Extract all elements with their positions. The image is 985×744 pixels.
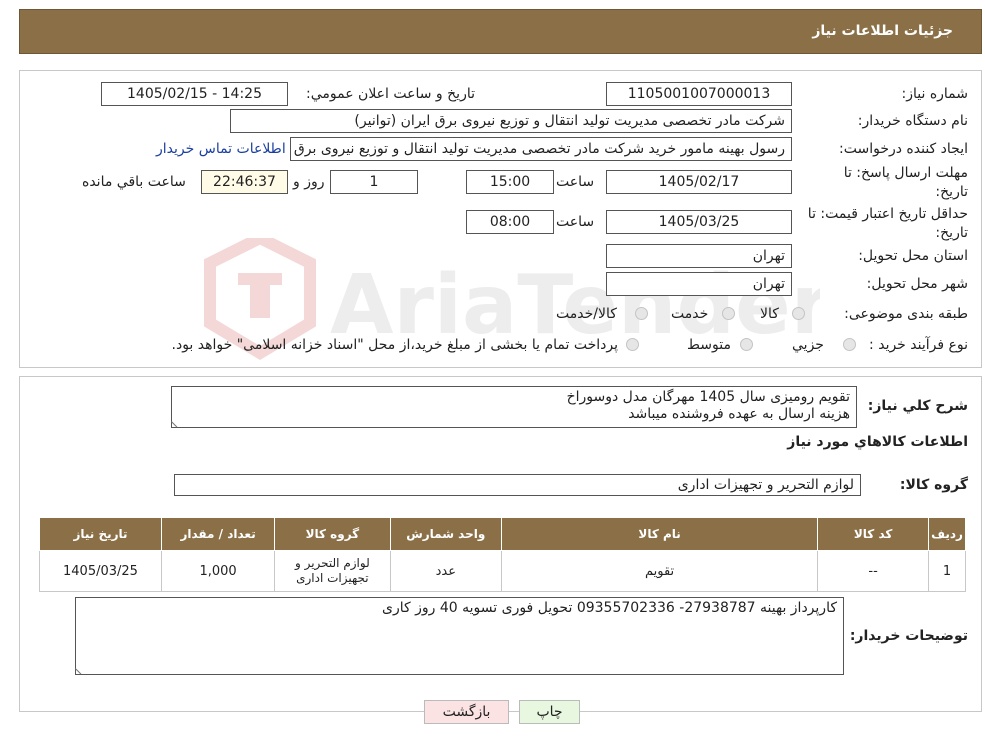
creator-label: ايجاد کننده درخواست: — [839, 141, 968, 157]
table-header-row: رديف کد کالا نام کالا واحد شمارش گروه کا… — [39, 517, 966, 551]
cell-item-code: -- — [817, 550, 930, 592]
category-radio-both[interactable] — [635, 307, 648, 320]
print-button[interactable]: چاپ — [519, 700, 580, 724]
items-table: رديف کد کالا نام کالا واحد شمارش گروه کا… — [39, 517, 966, 592]
cell-need-date: 1405/03/25 — [39, 550, 162, 592]
buyer-org-label: نام دستگاه خريدار: — [857, 113, 968, 129]
category-label: طبقه بندی موضوعی: — [844, 306, 968, 322]
remaining-label: ساعت باقي مانده — [82, 174, 186, 190]
deadline-date-field: 1405/02/17 — [606, 170, 792, 194]
category-radio-goods[interactable] — [792, 307, 805, 320]
city-label: شهر محل تحويل: — [866, 276, 968, 292]
description-textarea[interactable]: تقویم رومیزی سال 1405 مهرگان مدل دوسوراخ… — [171, 386, 857, 428]
deadline-time-field: 15:00 — [466, 170, 554, 194]
need-number-label: شماره نیاز: — [901, 86, 969, 102]
province-field: تهران — [606, 244, 792, 268]
creator-field: رسول بهینه مامور خرید شرکت مادر تخصصی مد… — [290, 137, 792, 161]
col-unit: واحد شمارش — [389, 517, 503, 551]
col-item-name: نام کالا — [501, 517, 819, 551]
back-button[interactable]: بازگشت — [424, 700, 509, 724]
announce-field: 1405/02/15 - 14:25 — [101, 82, 288, 106]
category-option-goods: کالا — [760, 306, 779, 322]
table-row: 1 -- تقويم عدد لوازم التحرير و تجهيزات ا… — [39, 550, 966, 592]
validity-date-field: 1405/03/25 — [606, 210, 792, 234]
description-label: شرح كلي نياز: — [867, 398, 968, 414]
deadline-label: مهلت ارسال پاسخ: تا — [843, 165, 968, 181]
cell-item-name: تقويم — [501, 550, 819, 592]
cell-quantity: 1,000 — [160, 550, 276, 592]
buyer-notes-text: کارپرداز بهینه 27938787- 09355702336 تحو… — [382, 600, 837, 616]
col-item-group: گروه کالا — [274, 517, 391, 551]
treasury-checkbox[interactable] — [626, 338, 639, 351]
buyer-org-field: شرکت مادر تخصصی مدیریت تولید انتقال و تو… — [230, 109, 792, 133]
goods-group-field: لوازم التحرير و تجهيزات اداری — [174, 474, 861, 496]
buyer-notes-textarea[interactable]: کارپرداز بهینه 27938787- 09355702336 تحو… — [75, 597, 844, 675]
validity-label-2: تاريخ: — [935, 225, 968, 241]
category-option-both: کالا/خدمت — [556, 306, 617, 322]
page-title: جزئیات اطلاعات نیاز — [812, 23, 953, 39]
deadline-time-label: ساعت — [556, 174, 595, 190]
validity-time-field: 08:00 — [466, 210, 554, 234]
city-field: تهران — [606, 272, 792, 296]
buyer-notes-label: توضيحات خريدار: — [849, 628, 968, 644]
description-line-2: هزینه ارسال به عهده فروشنده میباشد — [628, 406, 850, 422]
col-row-number: رديف — [928, 517, 966, 551]
process-option-medium: متوسط — [687, 337, 731, 353]
description-line-1: تقویم رومیزی سال 1405 مهرگان مدل دوسوراخ — [566, 389, 850, 405]
col-item-code: کد کالا — [817, 517, 930, 551]
cell-row-number: 1 — [928, 550, 966, 592]
col-quantity: تعداد / مقدار — [160, 517, 276, 551]
goods-group-label: گروه كالا: — [899, 477, 968, 493]
days-field: 1 — [330, 170, 418, 194]
col-need-date: تاريخ نياز — [39, 517, 162, 551]
goods-section-title: اطلاعات كالاهاي مورد نياز — [787, 434, 968, 450]
deadline-label-2: تاريخ: — [935, 184, 968, 200]
validity-time-label: ساعت — [556, 214, 595, 230]
process-radio-small[interactable] — [843, 338, 856, 351]
announce-label: تاریخ و ساعت اعلان عمومي: — [306, 86, 475, 102]
process-note: پرداخت تمام یا بخشی از مبلغ خرید،از محل … — [171, 337, 618, 353]
cell-unit: عدد — [389, 550, 503, 592]
process-label: نوع فرآيند خريد : — [869, 337, 968, 353]
category-radio-service[interactable] — [722, 307, 735, 320]
page-header: جزئیات اطلاعات نیاز — [19, 9, 982, 54]
process-option-small: جزيي — [792, 337, 824, 353]
days-label: روز و — [293, 174, 325, 190]
validity-label: حداقل تاريخ اعتبار قيمت: تا — [807, 206, 968, 222]
province-label: استان محل تحويل: — [858, 248, 968, 264]
contact-info-link[interactable]: اطلاعات تماس خريدار — [156, 141, 286, 157]
cell-item-group: لوازم التحرير و تجهيزات اداری — [274, 550, 391, 592]
remaining-time-field: 22:46:37 — [201, 170, 288, 194]
need-number-field: 1105001007000013 — [606, 82, 792, 106]
process-radio-medium[interactable] — [740, 338, 753, 351]
category-option-service: خدمت — [671, 306, 709, 322]
